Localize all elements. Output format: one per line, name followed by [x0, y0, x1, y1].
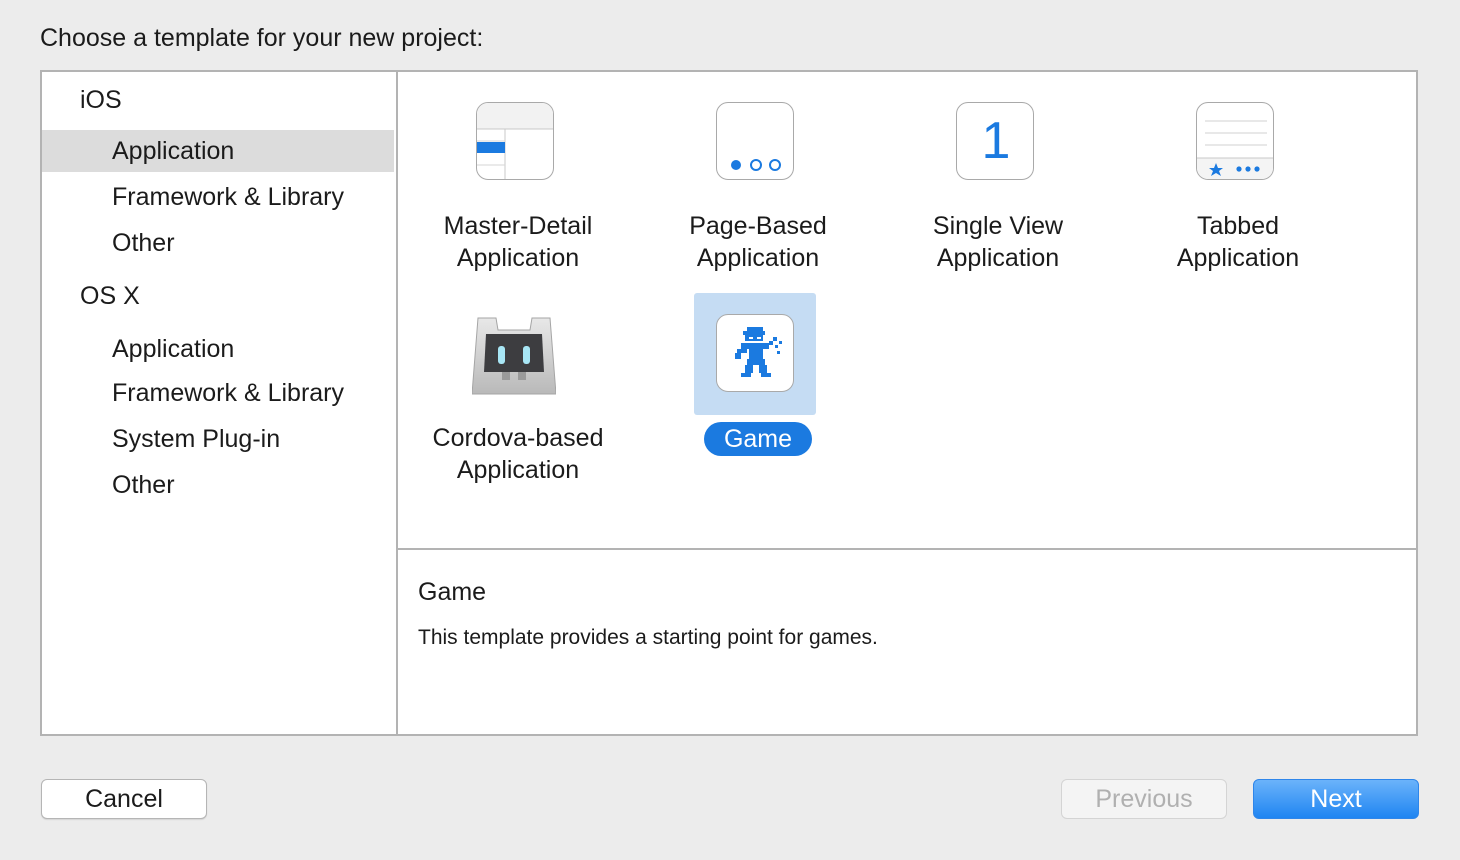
- single-view-icon: 1: [956, 102, 1034, 180]
- sidebar-item-osx-other[interactable]: Other: [42, 464, 394, 506]
- description-text: This template provides a starting point …: [418, 626, 878, 649]
- game-icon: [716, 314, 794, 392]
- template-label-line1: Tabbed: [1196, 212, 1280, 240]
- description-title: Game: [418, 578, 487, 606]
- page-based-icon: [716, 102, 794, 180]
- previous-button[interactable]: Previous: [1061, 779, 1227, 819]
- choose-template-prompt: Choose a template for your new project:: [40, 24, 484, 52]
- sidebar-item-ios-other[interactable]: Other: [42, 222, 394, 264]
- template-label-line2: Application: [456, 456, 580, 484]
- next-button[interactable]: Next: [1253, 779, 1419, 819]
- template-label-line2: Application: [936, 244, 1060, 272]
- template-label-line1: Cordova-based: [432, 424, 604, 452]
- tabbed-icon: [1196, 102, 1274, 180]
- template-label-line2: Application: [456, 244, 580, 272]
- template-label-line1: Page-Based: [689, 212, 827, 240]
- template-label-line1: Single View: [932, 212, 1064, 240]
- single-view-glyph: 1: [981, 112, 1011, 170]
- template-label-line1: Master-Detail: [443, 212, 593, 240]
- cordova-icon: [471, 308, 557, 400]
- template-label-line2: Application: [1176, 244, 1300, 272]
- master-detail-icon: [476, 102, 554, 180]
- sidebar-group-osx: OS X: [80, 282, 140, 310]
- template-label-selected: Game: [703, 422, 813, 456]
- sidebar: iOS Application Framework & Library Othe…: [42, 72, 398, 734]
- sidebar-item-ios-framework-library[interactable]: Framework & Library: [42, 176, 394, 218]
- sidebar-item-osx-system-plugin[interactable]: System Plug-in: [42, 418, 394, 460]
- sidebar-item-osx-application[interactable]: Application: [42, 328, 394, 370]
- template-gallery: Master-Detail Application Page-Based App…: [398, 72, 1416, 548]
- sidebar-item-osx-framework-library[interactable]: Framework & Library: [42, 372, 394, 414]
- template-label-line2: Application: [696, 244, 820, 272]
- sidebar-group-ios: iOS: [80, 86, 122, 114]
- template-chooser-frame: iOS Application Framework & Library Othe…: [40, 70, 1418, 736]
- template-description-panel: Game This template provides a starting p…: [398, 548, 1416, 736]
- sidebar-item-ios-application[interactable]: Application: [42, 130, 394, 172]
- cancel-button[interactable]: Cancel: [41, 779, 207, 819]
